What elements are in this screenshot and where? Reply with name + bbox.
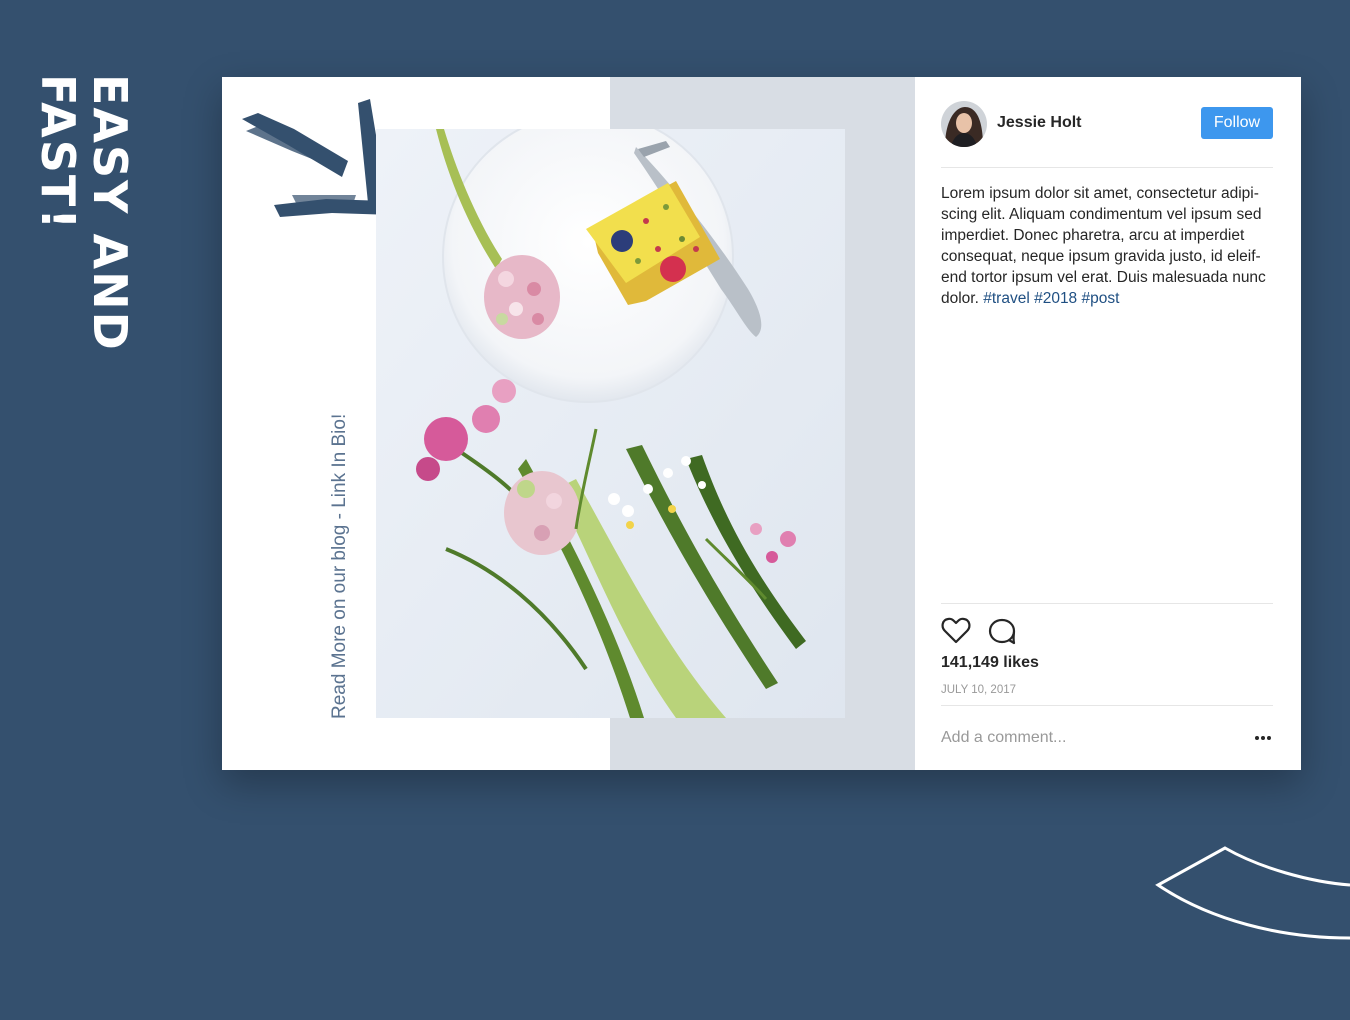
avatar-image [941, 101, 987, 147]
blog-link-caption: Read More on our blog - Link In Bio! [329, 413, 350, 719]
comment-bar [941, 705, 1273, 770]
hashtag-2018[interactable]: #2018 [1034, 290, 1077, 307]
post-caption: Lorem ipsum dolor sit amet, consectetur … [941, 183, 1279, 309]
more-options-icon[interactable] [1253, 732, 1273, 744]
instagram-post-card: Read More on our blog - Link In Bio! Jes… [222, 77, 1301, 770]
comment-input[interactable] [941, 726, 1231, 750]
caption-text: Lorem ipsum dolor sit amet, consectetur … [941, 185, 1266, 307]
hashtag-post[interactable]: #post [1082, 290, 1120, 307]
food-and-flowers-photo [376, 129, 845, 718]
hashtag-list: #travel #2018 #post [983, 290, 1119, 307]
post-header: Jessie Holt Follow [941, 101, 1273, 168]
post-media: Read More on our blog - Link In Bio! [222, 77, 915, 770]
decorative-swoosh [1155, 846, 1350, 940]
post-date: JULY 10, 2017 [941, 684, 1017, 696]
avatar[interactable] [941, 101, 987, 147]
hashtag-travel[interactable]: #travel [983, 290, 1030, 307]
post-actions: 141,149 likes JULY 10, 2017 [941, 603, 1273, 696]
comment-bubble-icon[interactable] [987, 616, 1017, 646]
likes-count: 141,149 likes [941, 654, 1039, 671]
username[interactable]: Jessie Holt [997, 114, 1081, 132]
post-details-panel: Jessie Holt Follow Lorem ipsum dolor sit… [915, 77, 1301, 770]
follow-button[interactable]: Follow [1201, 107, 1273, 139]
heart-icon[interactable] [941, 616, 971, 646]
promo-title: EASY AND FAST! [31, 74, 137, 352]
